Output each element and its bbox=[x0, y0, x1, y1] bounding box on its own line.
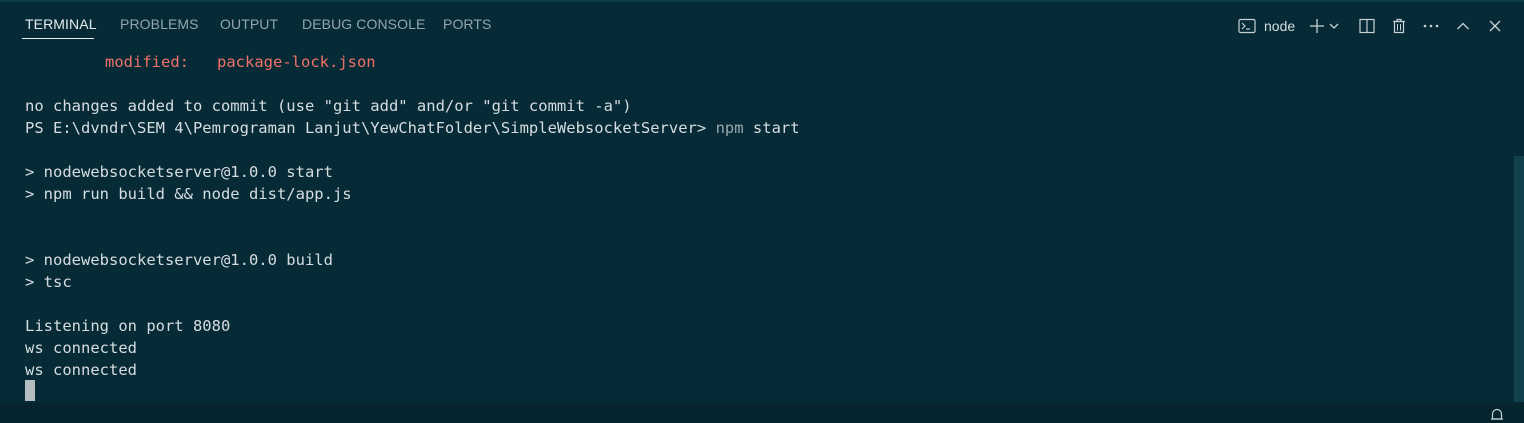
terminal-selector[interactable]: node bbox=[1238, 14, 1302, 38]
terminal-icon bbox=[1238, 18, 1256, 34]
terminal-line: Listening on port 8080 bbox=[25, 317, 231, 335]
split-icon bbox=[1359, 18, 1375, 34]
terminal-output[interactable]: modified: package-lock.json no changes a… bbox=[25, 51, 1505, 403]
maximize-panel-button[interactable] bbox=[1454, 14, 1472, 38]
status-bar bbox=[0, 403, 1524, 423]
git-modified-line: modified: package-lock.json bbox=[105, 51, 376, 73]
tab-ports[interactable]: PORTS bbox=[443, 16, 491, 32]
tab-debug-console[interactable]: DEBUG CONSOLE bbox=[302, 16, 425, 32]
notification-bell-icon[interactable] bbox=[1490, 407, 1504, 423]
close-icon bbox=[1489, 20, 1501, 32]
chevron-up-icon bbox=[1456, 21, 1470, 31]
active-tab-indicator bbox=[22, 38, 94, 39]
chevron-down-icon bbox=[1329, 22, 1339, 30]
command-args: start bbox=[743, 119, 800, 137]
tab-terminal[interactable]: TERMINAL bbox=[25, 16, 97, 32]
panel-actions: node bbox=[1224, 14, 1524, 38]
trash-icon bbox=[1391, 18, 1407, 34]
terminal-line: > nodewebsocketserver@1.0.0 build bbox=[25, 251, 333, 269]
terminal-scrollbar[interactable] bbox=[1514, 156, 1524, 402]
terminal-profiles-dropdown[interactable] bbox=[1328, 14, 1340, 38]
tab-output[interactable]: OUTPUT bbox=[220, 16, 278, 32]
more-icon bbox=[1423, 24, 1439, 28]
split-terminal-button[interactable] bbox=[1358, 14, 1376, 38]
terminal-line: > tsc bbox=[25, 273, 72, 291]
terminal-line: no changes added to commit (use "git add… bbox=[25, 97, 632, 115]
modified-file: package-lock.json bbox=[217, 53, 376, 71]
panel-tab-bar: TERMINAL PROBLEMS OUTPUT DEBUG CONSOLE P… bbox=[0, 2, 1524, 40]
terminal-cursor bbox=[25, 380, 35, 401]
kill-terminal-button[interactable] bbox=[1390, 14, 1408, 38]
plus-icon bbox=[1309, 18, 1325, 34]
terminal-line: > npm run build && node dist/app.js bbox=[25, 185, 352, 203]
tab-problems[interactable]: PROBLEMS bbox=[120, 16, 199, 32]
prompt-line: PS E:\dvndr\SEM 4\Pemrograman Lanjut\Yew… bbox=[25, 117, 800, 139]
terminal-name: node bbox=[1264, 18, 1296, 34]
terminal-line: > nodewebsocketserver@1.0.0 start bbox=[25, 163, 333, 181]
terminal-line: ws connected bbox=[25, 339, 137, 357]
modified-label: modified: bbox=[105, 53, 189, 71]
close-panel-button[interactable] bbox=[1486, 14, 1504, 38]
new-terminal-button[interactable] bbox=[1308, 14, 1326, 38]
terminal-line: ws connected bbox=[25, 361, 137, 379]
prompt-path: PS E:\dvndr\SEM 4\Pemrograman Lanjut\Yew… bbox=[25, 119, 707, 137]
more-actions-button[interactable] bbox=[1422, 14, 1440, 38]
command-npm: npm bbox=[715, 119, 744, 137]
